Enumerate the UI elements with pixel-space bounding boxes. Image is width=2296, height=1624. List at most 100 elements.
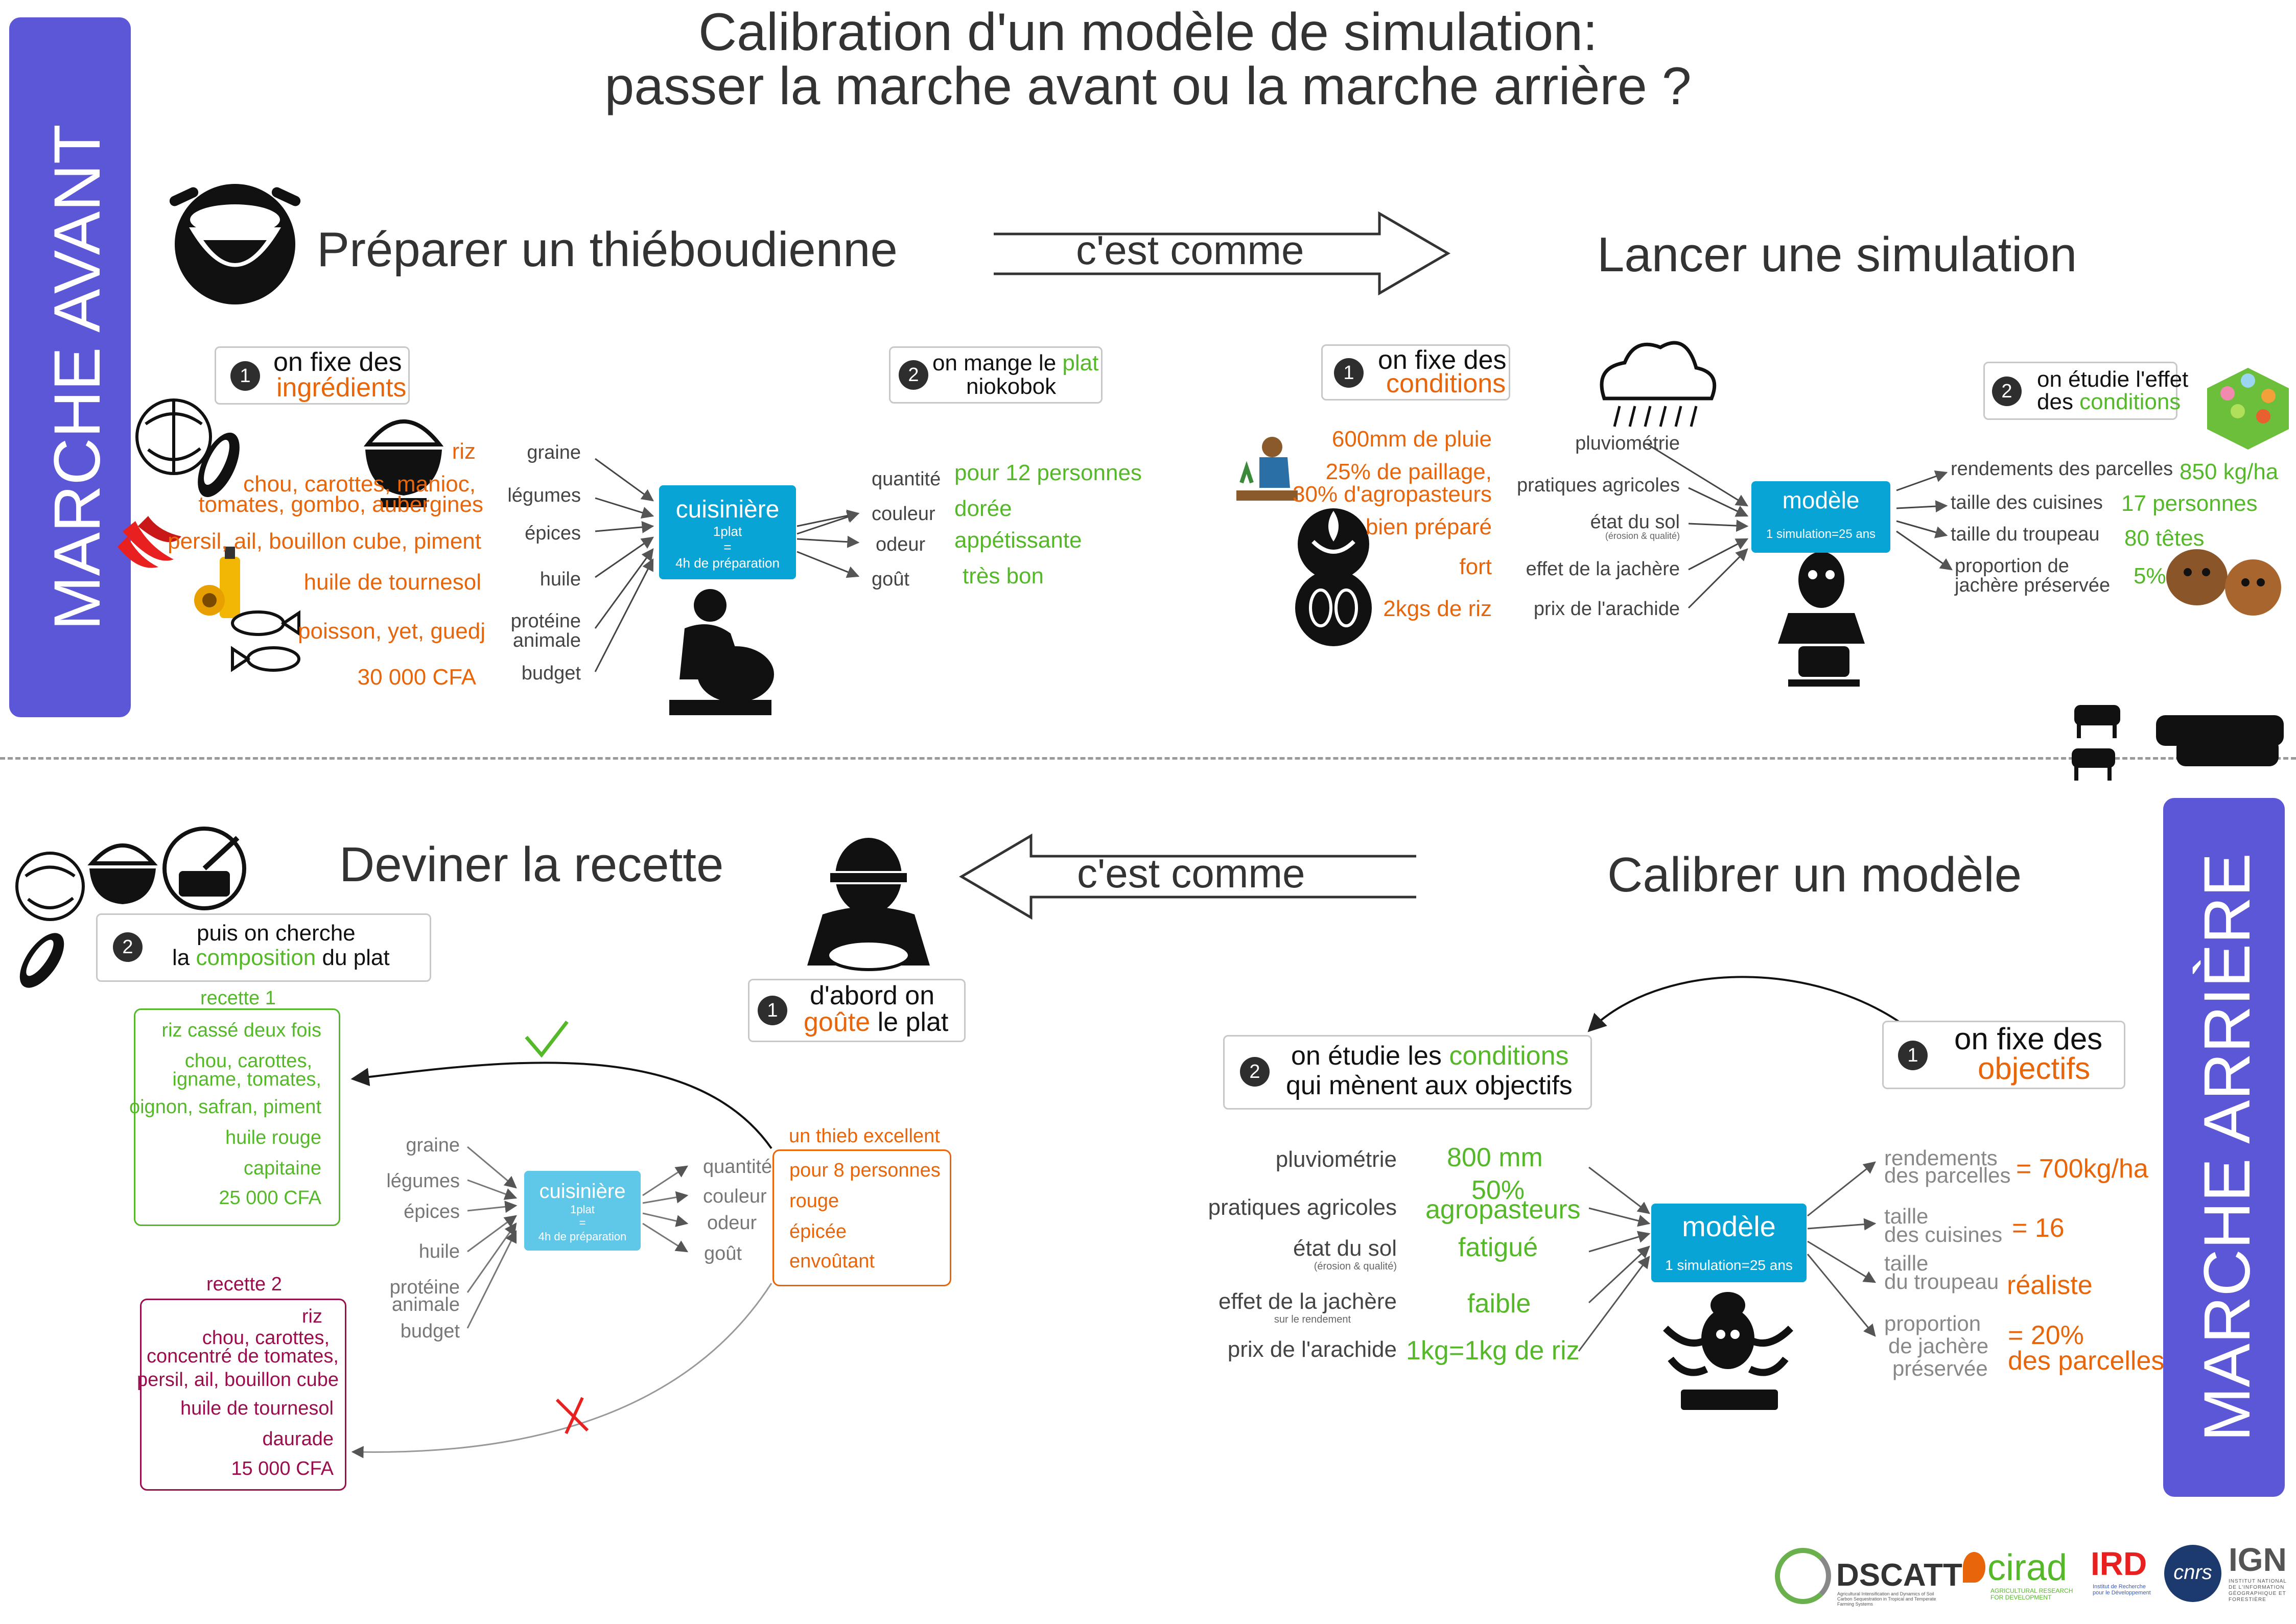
recipe-1-title: recette 1	[200, 987, 276, 1009]
ingredient-label: épices	[525, 523, 581, 544]
step-fix-objectives: 1 on fixe des objectifs	[1882, 1021, 2125, 1089]
herd-icon	[2072, 705, 2284, 781]
backward-arrow-label: c'est comme	[1077, 851, 1305, 896]
step-number-1: 1	[230, 361, 260, 391]
cnrs-logo: cnrs	[2173, 1561, 2212, 1584]
target-item: rouge	[789, 1190, 839, 1212]
input-sublabel: sur le rendement	[1274, 1314, 1351, 1325]
step-text: d'abord on	[810, 981, 935, 1010]
oil-bottle-icon	[194, 547, 240, 618]
input-label: état du sol	[1293, 1236, 1397, 1261]
step-text: la	[172, 945, 196, 970]
octopus-chef-icon	[1663, 1292, 1793, 1410]
condition-label: prix de l'arachide	[1533, 598, 1680, 620]
cirad-subtitle: AGRICULTURAL RESEARCH FOR DEVELOPMENT	[1990, 1587, 2073, 1602]
ingredient-label: protéine	[510, 610, 581, 632]
arrow-objectives-to-conditions	[1587, 976, 1902, 1032]
output-value: des parcelles	[2008, 1346, 2165, 1376]
model-label: modèle	[1782, 487, 1860, 513]
input-value: 800 mm	[1447, 1143, 1543, 1172]
ign-logo: IGN	[2229, 1541, 2287, 1578]
condition-label: effet de la jachère	[1526, 558, 1680, 580]
ingredient-value: riz	[452, 439, 476, 464]
output-label: odeur	[707, 1212, 757, 1234]
game-board-icon	[2207, 368, 2289, 450]
input-label: pratiques agricoles	[1208, 1195, 1397, 1220]
ingredient-value: persil, ail, bouillon cube, piment	[168, 529, 481, 554]
step-text: on étudie l'effet	[2037, 367, 2189, 392]
step-number-2: 2	[113, 932, 143, 962]
step-study-conditions: 2 on étudie les conditions qui mènent au…	[1223, 1035, 1592, 1110]
step-keyword: objectifs	[1978, 1051, 2091, 1086]
model-sub: 1 simulation=25 ans	[1766, 527, 1876, 541]
output-label: couleur	[703, 1186, 767, 1207]
output-value: très bon	[963, 563, 1044, 589]
ird-subtitle: Institut de Recherche pour le Développem…	[2093, 1584, 2151, 1596]
model-box: modèle 1 simulation=25 ans	[1751, 481, 1890, 553]
ingredient-label: huile	[540, 569, 581, 590]
input-label: légumes	[386, 1170, 460, 1192]
output-label: taille des cuisines	[1951, 492, 2103, 513]
recipe-item: riz cassé deux fois	[161, 1020, 321, 1041]
step-study-effect: 2 on étudie l'effet des conditions	[1983, 362, 2188, 420]
recipe-item: persil, ail, bouillon cube	[136, 1369, 339, 1391]
input-label: graine	[406, 1135, 460, 1156]
output-value: 850 kg/ha	[2180, 459, 2279, 484]
input-label: épices	[404, 1201, 460, 1222]
heading-guess-recipe: Deviner la recette	[339, 837, 724, 892]
cnrs-logo-circle: cnrs	[2164, 1545, 2221, 1602]
model-label: modèle	[1682, 1210, 1776, 1242]
check-icon	[525, 1020, 569, 1058]
condition-sublabel: (érosion & qualité)	[1605, 531, 1680, 541]
recipe-item: riz	[301, 1306, 322, 1327]
output-value: = 16	[2012, 1213, 2065, 1243]
target-item: épicée	[789, 1221, 847, 1242]
cook-sub: =	[723, 539, 732, 555]
step-keyword: plat	[1062, 350, 1099, 375]
step-text: on mange le	[932, 350, 1063, 375]
output-label: couleur	[872, 503, 935, 525]
input-label: animale	[391, 1294, 460, 1315]
recipe-item: capitaine	[243, 1158, 321, 1179]
ingredient-value: poisson, yet, guedj	[298, 619, 485, 644]
step-fix-ingredients: 1 on fixe des ingrédients	[215, 346, 410, 405]
recipe-item: huile de tournesol	[180, 1398, 334, 1419]
target-box: pour 8 personnes rouge épicée envoûtant	[772, 1149, 951, 1286]
plant-soil-icon	[1295, 508, 1372, 646]
output-value: 5%	[2134, 563, 2166, 589]
step-number-2: 2	[899, 360, 928, 390]
output-value: pour 12 personnes	[954, 460, 1142, 485]
dscatt-logo: DSCATT	[1836, 1558, 1962, 1593]
output-label: des cuisines	[1884, 1222, 2003, 1246]
ird-logo: IRD	[2091, 1545, 2147, 1582]
input-value: agropasteurs	[1425, 1195, 1581, 1225]
ingredient-label: budget	[521, 663, 581, 684]
output-label: goût	[872, 569, 909, 590]
dscatt-subtitle: Agricultural Intensification and Dynamic…	[1837, 1591, 1936, 1607]
output-value: 80 têtes	[2124, 526, 2205, 551]
output-label: quantité	[703, 1156, 772, 1178]
input-label: pluviométrie	[1275, 1147, 1397, 1172]
output-value: réaliste	[2007, 1270, 2093, 1300]
farmer-icon	[1236, 437, 1298, 501]
cooking-pot-icon-2	[162, 827, 246, 910]
input-sublabel: (érosion & qualité)	[1314, 1261, 1397, 1272]
step-keyword: conditions	[2079, 389, 2181, 414]
blindfolded-taster-icon	[807, 838, 930, 971]
step-number-2: 2	[1240, 1057, 1270, 1087]
ign-subtitle: INSTITUT NATIONAL DE L'INFORMATION GÉOGR…	[2229, 1579, 2287, 1603]
condition-value: 25% de paillage,	[1325, 459, 1492, 484]
forward-arrow-label: c'est comme	[1076, 227, 1304, 273]
ingredient-label: animale	[512, 630, 581, 651]
input-value: fatigué	[1458, 1233, 1538, 1262]
output-label: taille du troupeau	[1951, 524, 2100, 545]
rain-cloud-icon	[1600, 341, 1717, 427]
input-value: faible	[1467, 1289, 1531, 1319]
output-label: de jachère	[1888, 1334, 1989, 1358]
output-label: quantité	[872, 468, 941, 490]
heading-calibrate-model: Calibrer un modèle	[1607, 848, 2022, 902]
input-label: huile	[418, 1241, 460, 1262]
cook-box: cuisinière 1plat = 4h de préparation	[659, 485, 796, 579]
cook-sub: 1plat	[570, 1203, 595, 1216]
condition-value: fort	[1459, 554, 1492, 579]
